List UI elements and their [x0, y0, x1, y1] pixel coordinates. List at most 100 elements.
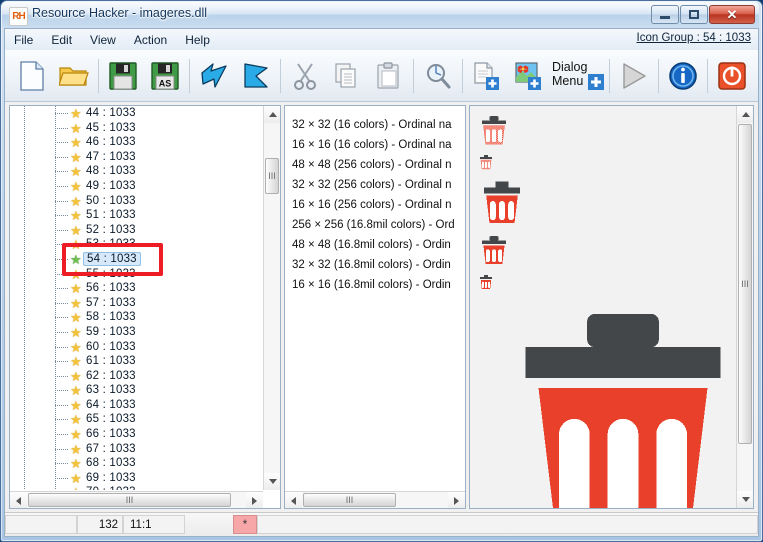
icon-format-row[interactable]: 32 × 32 (16 colors) - Ordinal na [285, 115, 465, 135]
tree-item[interactable]: ★ 63 : 1033 [10, 383, 262, 398]
add-image-icon [515, 61, 541, 90]
tree-item[interactable]: ★ 68 : 1033 [10, 456, 262, 471]
cut-button[interactable] [284, 54, 326, 98]
import-button[interactable] [193, 54, 235, 98]
tree-item[interactable]: ★ 49 : 1033 [10, 179, 262, 194]
tree-item[interactable]: ★ 48 : 1033 [10, 164, 262, 179]
tree-item-label: 60 : 1033 [86, 340, 136, 353]
menu-item-edit[interactable]: Edit [42, 31, 81, 49]
dialog-menu-button[interactable]: Dialog Menu [550, 54, 606, 98]
icon-format-row[interactable]: 32 × 32 (16.8mil colors) - Ordin [285, 255, 465, 275]
scroll-right-button[interactable] [246, 492, 263, 508]
info-button[interactable] [662, 54, 704, 98]
tree-item[interactable]: ★ 69 : 1033 [10, 471, 262, 486]
tree-item[interactable]: ★ 51 : 1033 [10, 208, 262, 223]
save-button[interactable] [102, 54, 144, 98]
preview-vertical-scrollbar[interactable]: III [736, 106, 753, 508]
tree-item[interactable]: ★ 65 : 1033 [10, 412, 262, 427]
icon-format-row[interactable]: 256 × 256 (16.8mil colors) - Ord [285, 215, 465, 235]
tree-elbow-line [55, 113, 69, 114]
maximize-button[interactable] [680, 5, 708, 24]
tree-item[interactable]: ★ 64 : 1033 [10, 398, 262, 413]
scroll-down-button[interactable] [264, 473, 280, 490]
icon-format-row[interactable]: 16 × 16 (16.8mil colors) - Ordin [285, 275, 465, 295]
list-hscroll-thumb[interactable]: III [303, 493, 396, 507]
save-as-button[interactable]: AS [144, 54, 186, 98]
tree-item-label: 45 : 1033 [86, 121, 136, 134]
icon-format-row[interactable]: 16 × 16 (16 colors) - Ordinal na [285, 135, 465, 155]
tree-item-label: 54 : 1033 [83, 251, 141, 267]
tree-item-label: 52 : 1033 [86, 223, 136, 236]
icon-format-row[interactable]: 48 × 48 (16.8mil colors) - Ordin [285, 235, 465, 255]
tree-hscroll-thumb[interactable]: III [28, 493, 231, 507]
menu-item-action[interactable]: Action [125, 31, 176, 49]
star-icon: ★ [70, 383, 82, 399]
scroll-right-button[interactable] [448, 492, 465, 508]
paste-button[interactable] [368, 54, 410, 98]
tree-item[interactable]: ★ 55 : 1033 [10, 267, 262, 282]
tree-item[interactable]: ★ 52 : 1033 [10, 223, 262, 238]
list-horizontal-scrollbar[interactable]: III [285, 491, 465, 508]
add-resource-icon [474, 61, 499, 90]
run-button[interactable] [613, 54, 655, 98]
minimize-button[interactable] [651, 5, 679, 24]
tree-item[interactable]: ★ 58 : 1033 [10, 310, 262, 325]
tree-item-label: 58 : 1033 [86, 311, 136, 324]
star-icon: ★ [70, 339, 82, 355]
tree-item[interactable]: ★ 61 : 1033 [10, 354, 262, 369]
scroll-left-button[interactable] [285, 492, 302, 508]
add-image-button[interactable] [508, 54, 550, 98]
scroll-down-button[interactable] [737, 491, 753, 508]
icon-preview-area [470, 106, 736, 508]
preview-scroll-thumb[interactable]: III [738, 124, 752, 444]
tree-item[interactable]: ★ 60 : 1033 [10, 340, 262, 355]
tree-item[interactable]: ★ 67 : 1033 [10, 442, 262, 457]
tree-item[interactable]: ★ 44 : 1033 [10, 106, 262, 121]
toolbar-separator [658, 58, 659, 93]
recycle-bin-32-256c-glyph [481, 236, 507, 265]
recycle-bin-256 [495, 296, 736, 508]
tree-item-label: 70 : 1033 [86, 485, 136, 490]
tree-item[interactable]: ★ 45 : 1033 [10, 121, 262, 136]
star-icon: ★ [70, 354, 82, 370]
toolbar-separator [609, 58, 610, 93]
new-file-button[interactable] [11, 54, 53, 98]
add-resource-button[interactable] [466, 54, 508, 98]
tree-item[interactable]: ★70 : 1033 [10, 485, 262, 490]
scroll-up-button[interactable] [737, 106, 753, 123]
dialog-menu-label-line2: Menu [552, 73, 584, 88]
tree-item[interactable]: ★ 53 : 1033 [10, 237, 262, 252]
icon-format-row[interactable]: 48 × 48 (256 colors) - Ordinal n [285, 155, 465, 175]
tree-item[interactable]: ★ 57 : 1033 [10, 296, 262, 311]
menu-item-help[interactable]: Help [176, 31, 219, 49]
find-button[interactable] [417, 54, 459, 98]
tree-item-selected[interactable]: ★ 54 : 1033 [10, 251, 262, 267]
tree-item[interactable]: ★ 46 : 1033 [10, 135, 262, 150]
tree-item[interactable]: ★ 50 : 1033 [10, 194, 262, 209]
tree-scroll-thumb[interactable]: III [265, 158, 279, 194]
export-button[interactable] [235, 54, 277, 98]
tree-item[interactable]: ★ 59 : 1033 [10, 325, 262, 340]
icon-format-row[interactable]: 32 × 32 (256 colors) - Ordinal n [285, 175, 465, 195]
resource-tree[interactable]: ★ 44 : 1033 ★ 45 : 1033 ★ 46 : 1033 ★ 47 : 1033… [10, 106, 262, 490]
tree-item[interactable]: ★ 66 : 1033 [10, 427, 262, 442]
icon-format-row[interactable]: 16 × 16 (256 colors) - Ordinal n [285, 195, 465, 215]
tree-elbow-line [55, 390, 69, 392]
tree-item[interactable]: ★ 47 : 1033 [10, 150, 262, 165]
window-title: Resource Hacker - imageres.dll [32, 6, 208, 20]
tree-vertical-scrollbar[interactable]: III [263, 106, 280, 490]
open-folder-button[interactable] [53, 54, 95, 98]
recycle-bin-48-256c-glyph [483, 181, 521, 224]
tree-horizontal-scrollbar[interactable]: III [10, 491, 263, 508]
tree-elbow-line [55, 317, 69, 319]
tree-item[interactable]: ★ 62 : 1033 [10, 369, 262, 384]
menu-item-view[interactable]: View [81, 31, 125, 49]
copy-button[interactable] [326, 54, 368, 98]
menu-item-file[interactable]: File [5, 31, 42, 49]
scroll-up-button[interactable] [264, 106, 280, 123]
exit-button[interactable] [711, 54, 753, 98]
icon-format-list[interactable]: 32 × 32 (16 colors) - Ordinal na 16 × 16 … [285, 106, 465, 490]
close-button[interactable]: ✕ [709, 5, 755, 24]
tree-item[interactable]: ★ 56 : 1033 [10, 281, 262, 296]
scroll-left-button[interactable] [10, 492, 27, 508]
